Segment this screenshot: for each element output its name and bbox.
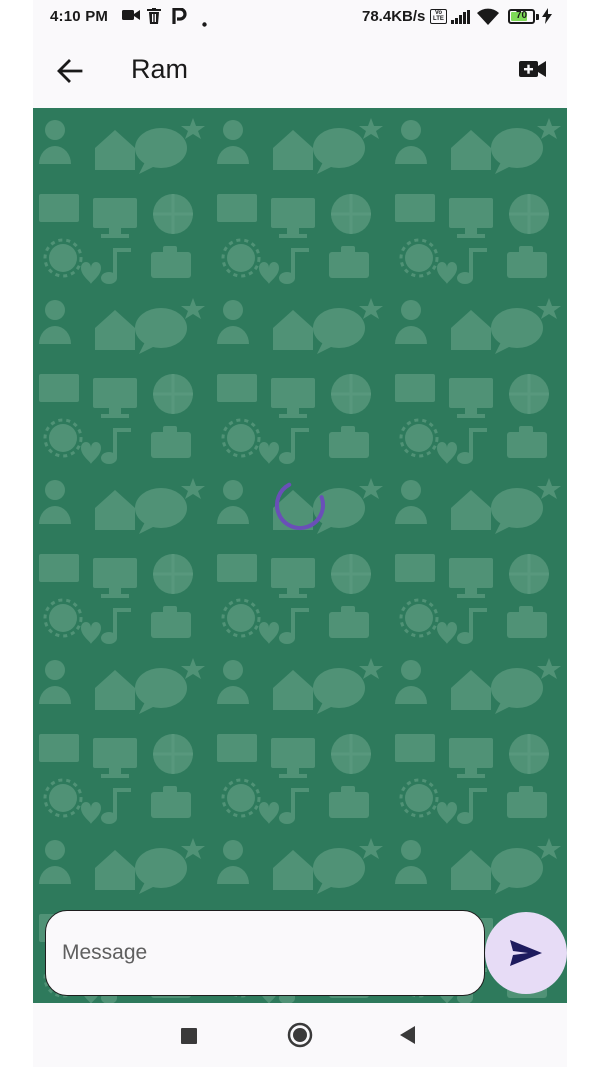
recents-button[interactable] (159, 1003, 219, 1067)
home-button[interactable] (270, 1003, 330, 1067)
dot-icon (202, 14, 207, 31)
nav-back-button[interactable] (378, 1003, 438, 1067)
status-time: 4:10 PM (50, 8, 109, 25)
parking-app-icon (172, 7, 187, 28)
left-margin (0, 0, 33, 1067)
message-composer (45, 910, 485, 996)
status-bar: 4:10 PM 78.4KB/s Vo LTE 70 (33, 0, 567, 34)
delete-icon (147, 8, 161, 28)
system-nav-bar (33, 1003, 567, 1067)
chat-area[interactable] (33, 108, 567, 1003)
phone-screen: 4:10 PM 78.4KB/s Vo LTE 70 Ram Message (33, 0, 567, 1067)
send-button[interactable] (485, 912, 567, 994)
video-call-button[interactable] (519, 58, 549, 84)
message-input[interactable] (46, 911, 484, 995)
charging-icon (542, 8, 552, 28)
wifi-icon (477, 8, 499, 29)
video-camera-icon (122, 8, 140, 26)
app-bar: Ram (33, 34, 567, 108)
arrow-back-icon (57, 59, 83, 83)
back-triangle-icon (400, 1026, 415, 1044)
chat-wallpaper (33, 108, 567, 1003)
battery-tip (536, 14, 539, 20)
recents-square-icon (181, 1028, 197, 1044)
loading-spinner (275, 480, 325, 530)
chat-title: Ram (131, 54, 189, 84)
volte-badge: Vo LTE (430, 9, 447, 24)
battery-level-text: 70 (515, 10, 528, 21)
video-call-add-icon (519, 61, 546, 77)
battery-icon: 70 (508, 9, 535, 24)
signal-icon (451, 10, 471, 28)
volte-text: Vo LTE (433, 10, 444, 22)
send-icon (510, 940, 542, 966)
right-margin (567, 0, 600, 1067)
network-speed: 78.4KB/s (362, 8, 426, 25)
back-button[interactable] (55, 56, 85, 86)
home-circle-icon (287, 1022, 313, 1048)
